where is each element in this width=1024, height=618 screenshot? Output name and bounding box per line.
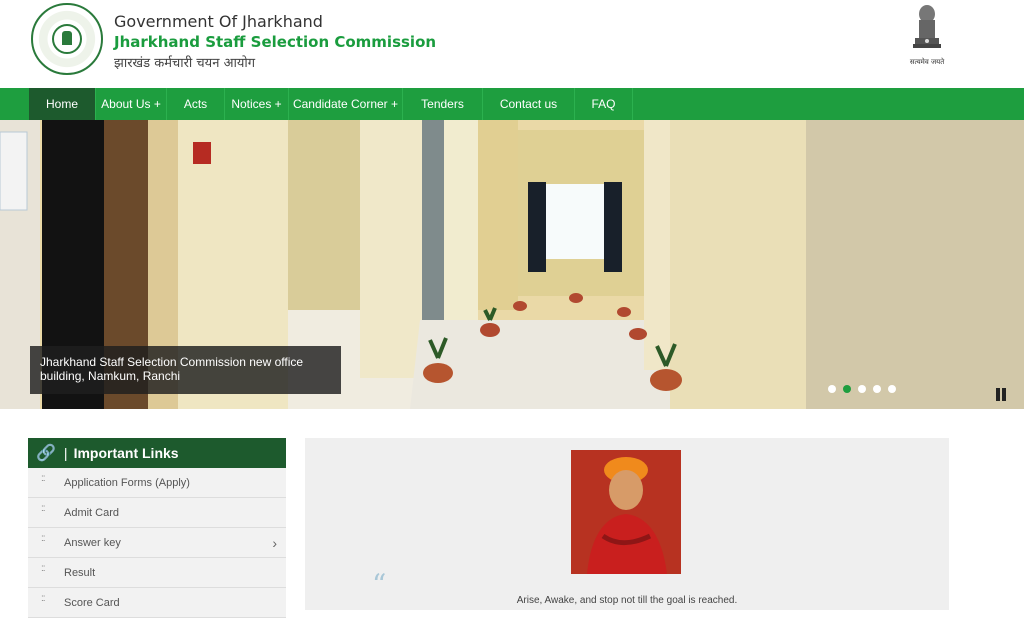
link-icon: 🔗 (36, 445, 56, 462)
important-links-panel: 🔗 | Important Links Application Forms (A… (28, 438, 286, 618)
link-label: Admit Card (64, 506, 120, 519)
slider-dot-2[interactable] (843, 385, 851, 393)
link-score-card[interactable]: Score Card (28, 588, 286, 618)
quote-panel: “ Arise, Awake, and stop not till the go… (305, 438, 949, 610)
nav-about-us[interactable]: About Us + (96, 88, 167, 120)
site-header: Government Of Jharkhand Jharkhand Staff … (0, 0, 1024, 88)
slider-dot-1[interactable] (828, 385, 836, 393)
ashoka-emblem-icon (913, 5, 941, 48)
link-result[interactable]: Result (28, 558, 286, 588)
nav-contact-us[interactable]: Contact us (483, 88, 575, 120)
logo-emblem-icon (52, 24, 82, 54)
main-navigation: Home About Us + Acts Notices + Candidate… (0, 88, 1024, 120)
hindi-title: झारखंड कर्मचारी चयन आयोग (114, 56, 256, 71)
government-title: Government Of Jharkhand (114, 12, 323, 31)
banner-caption: Jharkhand Staff Selection Commission new… (30, 346, 341, 394)
swami-vivekananda-portrait (571, 450, 681, 574)
slider-dot-5[interactable] (888, 385, 896, 393)
grip-dots-icon (41, 563, 49, 577)
grip-dots-icon (41, 503, 49, 517)
important-links-title: Important Links (73, 445, 179, 461)
nav-candidate-corner[interactable]: Candidate Corner + (289, 88, 403, 120)
national-emblem: सत्यमेव जयते (904, 2, 950, 70)
slider-dot-3[interactable] (858, 385, 866, 393)
nav-tenders[interactable]: Tenders (403, 88, 483, 120)
link-label: Application Forms (Apply) (64, 476, 190, 489)
link-label: Score Card (64, 596, 120, 609)
emblem-motto: सत्यमेव जयते (909, 58, 945, 66)
link-answer-key[interactable]: Answer key › (28, 528, 286, 558)
grip-dots-icon (41, 533, 49, 547)
link-admit-card[interactable]: Admit Card (28, 498, 286, 528)
important-links-header: 🔗 | Important Links (28, 438, 286, 468)
pause-icon[interactable] (995, 388, 1009, 402)
chevron-right-icon: › (272, 535, 277, 551)
link-application-forms[interactable]: Application Forms (Apply) (28, 468, 286, 498)
nav-faq[interactable]: FAQ (575, 88, 633, 120)
hero-banner[interactable]: Jharkhand Staff Selection Commission new… (0, 120, 1024, 409)
link-label: Answer key (64, 536, 121, 549)
slider-dot-4[interactable] (873, 385, 881, 393)
organization-title[interactable]: Jharkhand Staff Selection Commission (114, 33, 436, 51)
slider-dots[interactable] (828, 385, 896, 393)
portrait-image (571, 450, 681, 574)
nav-notices[interactable]: Notices + (225, 88, 289, 120)
nav-home[interactable]: Home (29, 88, 96, 120)
nav-acts[interactable]: Acts (167, 88, 225, 120)
grip-dots-icon (41, 593, 49, 607)
jssc-logo[interactable] (31, 3, 103, 75)
link-label: Result (64, 566, 96, 579)
header-separator: | (63, 445, 68, 461)
quote-text: Arise, Awake, and stop not till the goal… (516, 595, 738, 606)
grip-dots-icon (41, 473, 49, 487)
